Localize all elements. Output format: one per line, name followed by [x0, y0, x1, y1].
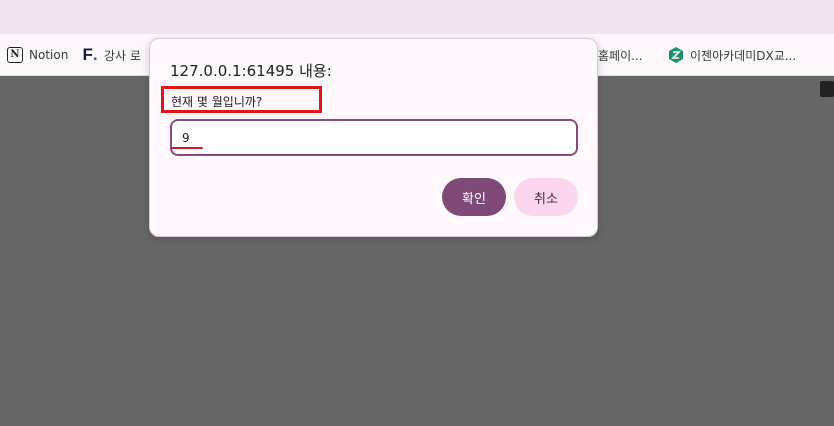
notion-icon: N [7, 47, 23, 63]
annotation-underline [171, 147, 203, 149]
bookmark-notion[interactable]: N Notion [7, 34, 68, 76]
dialog-title: 127.0.0.1:61495 내용: [170, 62, 332, 80]
fastcampus-icon: F. [82, 45, 98, 64]
cancel-button[interactable]: 취소 [514, 178, 578, 216]
overflow-bookmark-icon[interactable] [820, 81, 834, 97]
bookmark-label: 이젠아카데미DX교... [690, 48, 797, 63]
ok-button[interactable]: 확인 [442, 178, 506, 216]
bookmark-label: Notion [29, 48, 69, 62]
prompt-dialog: 127.0.0.1:61495 내용: 현재 몇 월입니까? 확인 취소 [149, 38, 598, 237]
prompt-input[interactable] [170, 119, 578, 156]
bookmark-fastcampus[interactable]: F. 강사 로 [82, 34, 141, 76]
browser-top-strip [0, 0, 834, 34]
dialog-message: 현재 몇 월입니까? [171, 95, 263, 109]
bookmark-label: 홈페이... [598, 48, 643, 63]
bookmark-academy[interactable]: 이젠아카데미DX교... [668, 34, 796, 76]
bookmark-homepage[interactable]: 홈페이... [598, 34, 643, 76]
academy-icon [668, 47, 684, 63]
bookmark-label: 강사 로 [104, 48, 141, 63]
